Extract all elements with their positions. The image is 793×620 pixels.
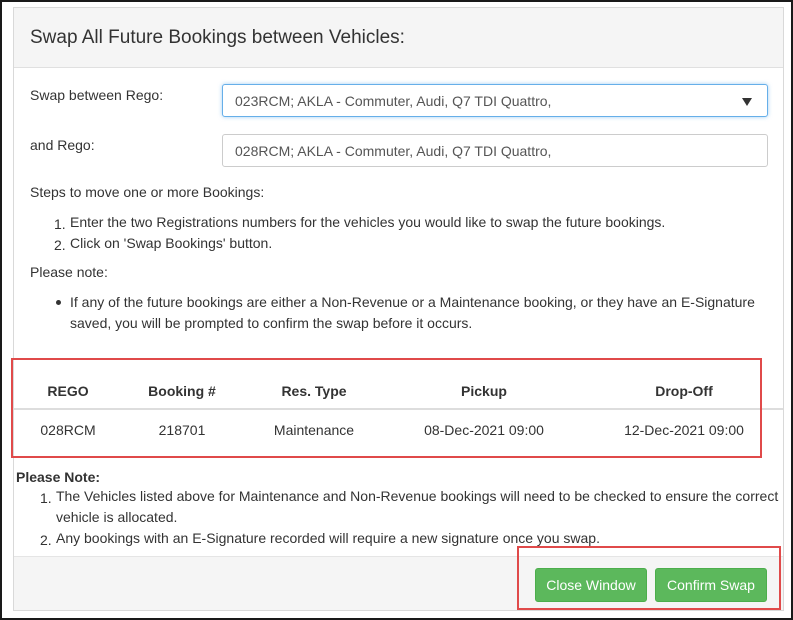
window-frame: Swap All Future Bookings between Vehicle… — [0, 0, 793, 620]
step-text: Enter the two Registrations numbers for … — [70, 214, 666, 230]
step-number: 2. — [54, 237, 66, 253]
swap-between-rego-label: Swap between Rego: — [30, 87, 164, 103]
dialog-title: Swap All Future Bookings between Vehicle… — [30, 27, 405, 48]
note-text-line: The Vehicles listed above for Maintenanc… — [56, 488, 779, 504]
column-header-pickup: Pickup — [461, 383, 507, 399]
note-number: 1. — [40, 490, 52, 506]
bullet-dot — [56, 300, 61, 305]
note-text-line: Any bookings with an E-Signature recorde… — [56, 530, 600, 546]
note-bullet-text: If any of the future bookings are either… — [70, 294, 755, 331]
bookings-table: REGO Booking # Res. Type Pickup Drop-Off… — [14, 360, 783, 456]
swap-bookings-dialog: Swap All Future Bookings between Vehicle… — [13, 7, 784, 611]
cell-pickup: 08-Dec-2021 09:00 — [424, 422, 544, 438]
swap-between-rego-value: 023RCM; AKLA - Commuter, Audi, Q7 TDI Qu… — [235, 93, 552, 109]
note-number: 2. — [40, 532, 52, 548]
column-header-dropoff: Drop-Off — [655, 383, 713, 399]
dialog-header: Swap All Future Bookings between Vehicle… — [14, 8, 783, 68]
note-text-line: vehicle is allocated. — [56, 509, 178, 525]
chevron-down-icon — [742, 98, 752, 106]
and-rego-input[interactable] — [222, 134, 768, 167]
close-window-button[interactable]: Close Window — [535, 568, 647, 602]
cell-dropoff: 12-Dec-2021 09:00 — [624, 422, 744, 438]
table-header-divider — [14, 408, 783, 410]
swap-between-rego-select[interactable]: 023RCM; AKLA - Commuter, Audi, Q7 TDI Qu… — [222, 84, 768, 117]
and-rego-label: and Rego: — [30, 137, 95, 153]
column-header-rego: REGO — [47, 383, 89, 399]
steps-heading: Steps to move one or more Bookings: — [30, 184, 265, 200]
column-header-res-type: Res. Type — [281, 383, 347, 399]
cell-res-type: Maintenance — [273, 422, 355, 438]
step-number: 1. — [54, 216, 66, 232]
please-note-heading: Please Note: — [16, 469, 101, 485]
cell-booking-number: 218701 — [158, 422, 206, 438]
column-header-booking: Booking # — [148, 383, 216, 399]
confirm-swap-button[interactable]: Confirm Swap — [655, 568, 767, 602]
step-text: Click on 'Swap Bookings' button. — [70, 235, 273, 251]
please-note-label: Please note: — [30, 264, 108, 280]
cell-rego: 028RCM — [40, 422, 96, 438]
